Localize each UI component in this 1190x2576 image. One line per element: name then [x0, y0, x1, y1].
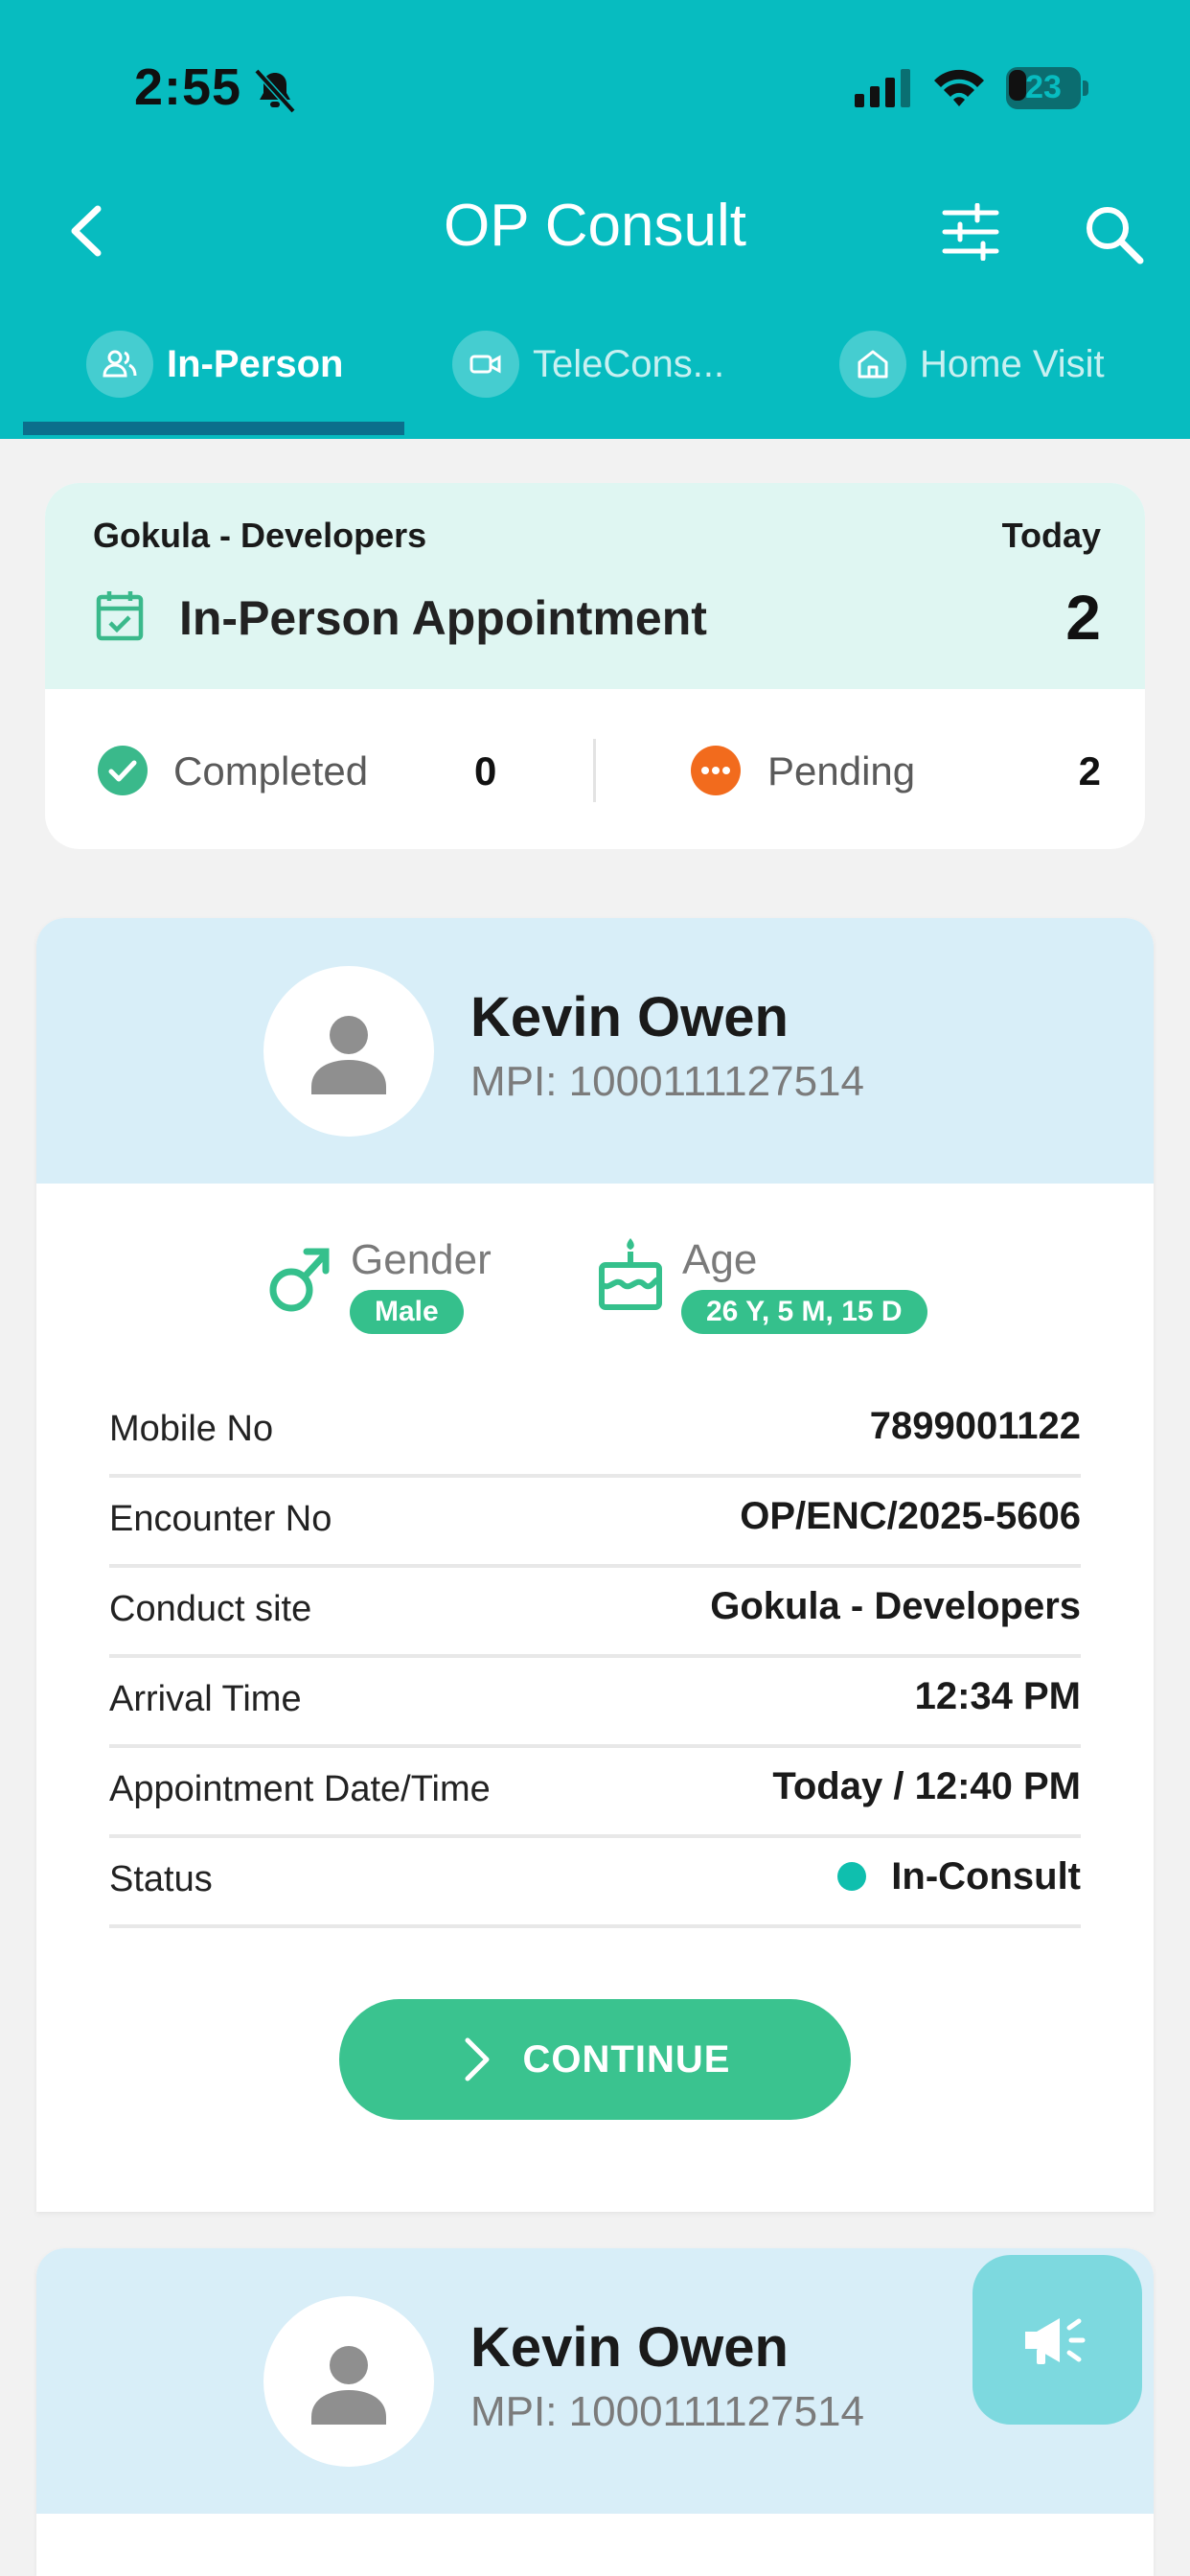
tab-teleconsult[interactable]: TeleCons... — [452, 318, 724, 410]
home-icon — [839, 331, 906, 398]
status-bar: 2:55 23 — [0, 0, 1190, 172]
site-name: Gokula - Developers — [93, 516, 427, 555]
megaphone-icon — [1024, 2317, 1085, 2364]
appointment-summary-card: Gokula - Developers Today In-Person Appo… — [45, 483, 1145, 849]
detail-key: Conduct site — [109, 1589, 312, 1629]
continue-label: CONTINUE — [522, 2037, 731, 2081]
patient-name: Kevin Owen — [470, 986, 789, 1048]
avatar — [263, 2296, 434, 2467]
app-header: 2:55 23 OP Consult In-Person TeleCons...… — [0, 0, 1190, 439]
male-icon — [269, 1248, 330, 1312]
pending-count: 2 — [1078, 748, 1101, 794]
divider — [593, 739, 596, 802]
chevron-right-icon — [465, 2037, 490, 2082]
detail-value: Today / 12:40 PM — [772, 1765, 1081, 1807]
tab-bar: In-Person TeleCons... Home Visit — [0, 307, 1190, 439]
page-title: OP Consult — [444, 193, 746, 259]
patient-name: Kevin Owen — [470, 2316, 789, 2379]
detail-value: 7899001122 — [869, 1405, 1081, 1447]
detail-row-appointment: Appointment Date/Time Today / 12:40 PM — [109, 1748, 1081, 1838]
person-icon — [311, 1016, 386, 1094]
bell-off-icon — [254, 68, 296, 114]
tab-label: TeleCons... — [533, 342, 725, 385]
filter-sliders-icon[interactable] — [939, 203, 1002, 261]
tab-home-visit[interactable]: Home Visit — [839, 318, 1105, 410]
detail-row-site: Conduct site Gokula - Developers — [109, 1568, 1081, 1658]
completed-label: Completed — [173, 748, 369, 794]
person-icon — [311, 2346, 386, 2425]
gender-badge: Male — [350, 1290, 464, 1334]
age-label: Age — [682, 1236, 758, 1283]
detail-row-arrival: Arrival Time 12:34 PM — [109, 1658, 1081, 1748]
patient-details: Mobile No 7899001122 Encounter No OP/ENC… — [109, 1388, 1081, 1928]
detail-key: Appointment Date/Time — [109, 1769, 491, 1809]
tab-label: Home Visit — [920, 342, 1105, 385]
tab-label: In-Person — [167, 342, 344, 385]
detail-key: Mobile No — [109, 1409, 274, 1449]
status-text: In-Consult — [891, 1855, 1081, 1898]
video-icon — [452, 331, 519, 398]
status-time: 2:55 — [134, 58, 242, 116]
detail-row-status: Status In-Consult — [109, 1838, 1081, 1928]
detail-key: Status — [109, 1859, 213, 1899]
people-icon — [86, 331, 153, 398]
completed-count: 0 — [474, 748, 497, 794]
wifi-icon — [934, 69, 984, 106]
check-circle-icon — [98, 746, 148, 795]
patient-mpi: MPI: 1000111127514 — [470, 2388, 864, 2435]
status-value: In-Consult — [837, 1855, 1081, 1898]
appointment-count: 2 — [1065, 582, 1101, 653]
tab-in-person[interactable]: In-Person — [86, 318, 343, 410]
detail-key: Encounter No — [109, 1499, 332, 1539]
detail-row-mobile: Mobile No 7899001122 — [109, 1388, 1081, 1478]
battery-level: 23 — [1025, 69, 1062, 105]
detail-key: Arrival Time — [109, 1679, 302, 1719]
summary-stats: Completed 0 Pending 2 — [45, 689, 1145, 849]
pending-label: Pending — [767, 748, 916, 794]
search-icon[interactable] — [1083, 203, 1146, 266]
patient-mpi: MPI: 1000111127514 — [470, 1058, 864, 1105]
avatar — [263, 966, 434, 1137]
date-label: Today — [1001, 516, 1101, 555]
detail-value: Gokula - Developers — [710, 1585, 1081, 1627]
battery-icon: 23 — [1006, 67, 1088, 109]
age-badge: 26 Y, 5 M, 15 D — [681, 1290, 927, 1334]
pending-dots-icon — [691, 746, 741, 795]
continue-button[interactable]: CONTINUE — [339, 1999, 851, 2120]
calendar-check-icon — [96, 591, 144, 641]
status-dot — [837, 1862, 867, 1891]
detail-value: 12:34 PM — [914, 1675, 1081, 1717]
appointment-type-label: In-Person Appointment — [179, 591, 707, 645]
cellular-signal-icon — [855, 69, 910, 107]
patient-header: Kevin Owen MPI: 1000111127514 — [36, 918, 1154, 1184]
gender-label: Gender — [351, 1236, 492, 1283]
summary-header: Gokula - Developers Today In-Person Appo… — [45, 483, 1145, 689]
announcement-fab[interactable] — [973, 2255, 1142, 2425]
patient-card[interactable]: Kevin Owen MPI: 1000111127514 Gender Mal… — [36, 918, 1154, 2212]
detail-row-encounter: Encounter No OP/ENC/2025-5606 — [109, 1478, 1081, 1568]
detail-value: OP/ENC/2025-5606 — [740, 1495, 1081, 1537]
active-tab-indicator — [23, 422, 404, 435]
birthday-cake-icon — [599, 1238, 662, 1310]
back-arrow-icon[interactable] — [57, 197, 115, 264]
